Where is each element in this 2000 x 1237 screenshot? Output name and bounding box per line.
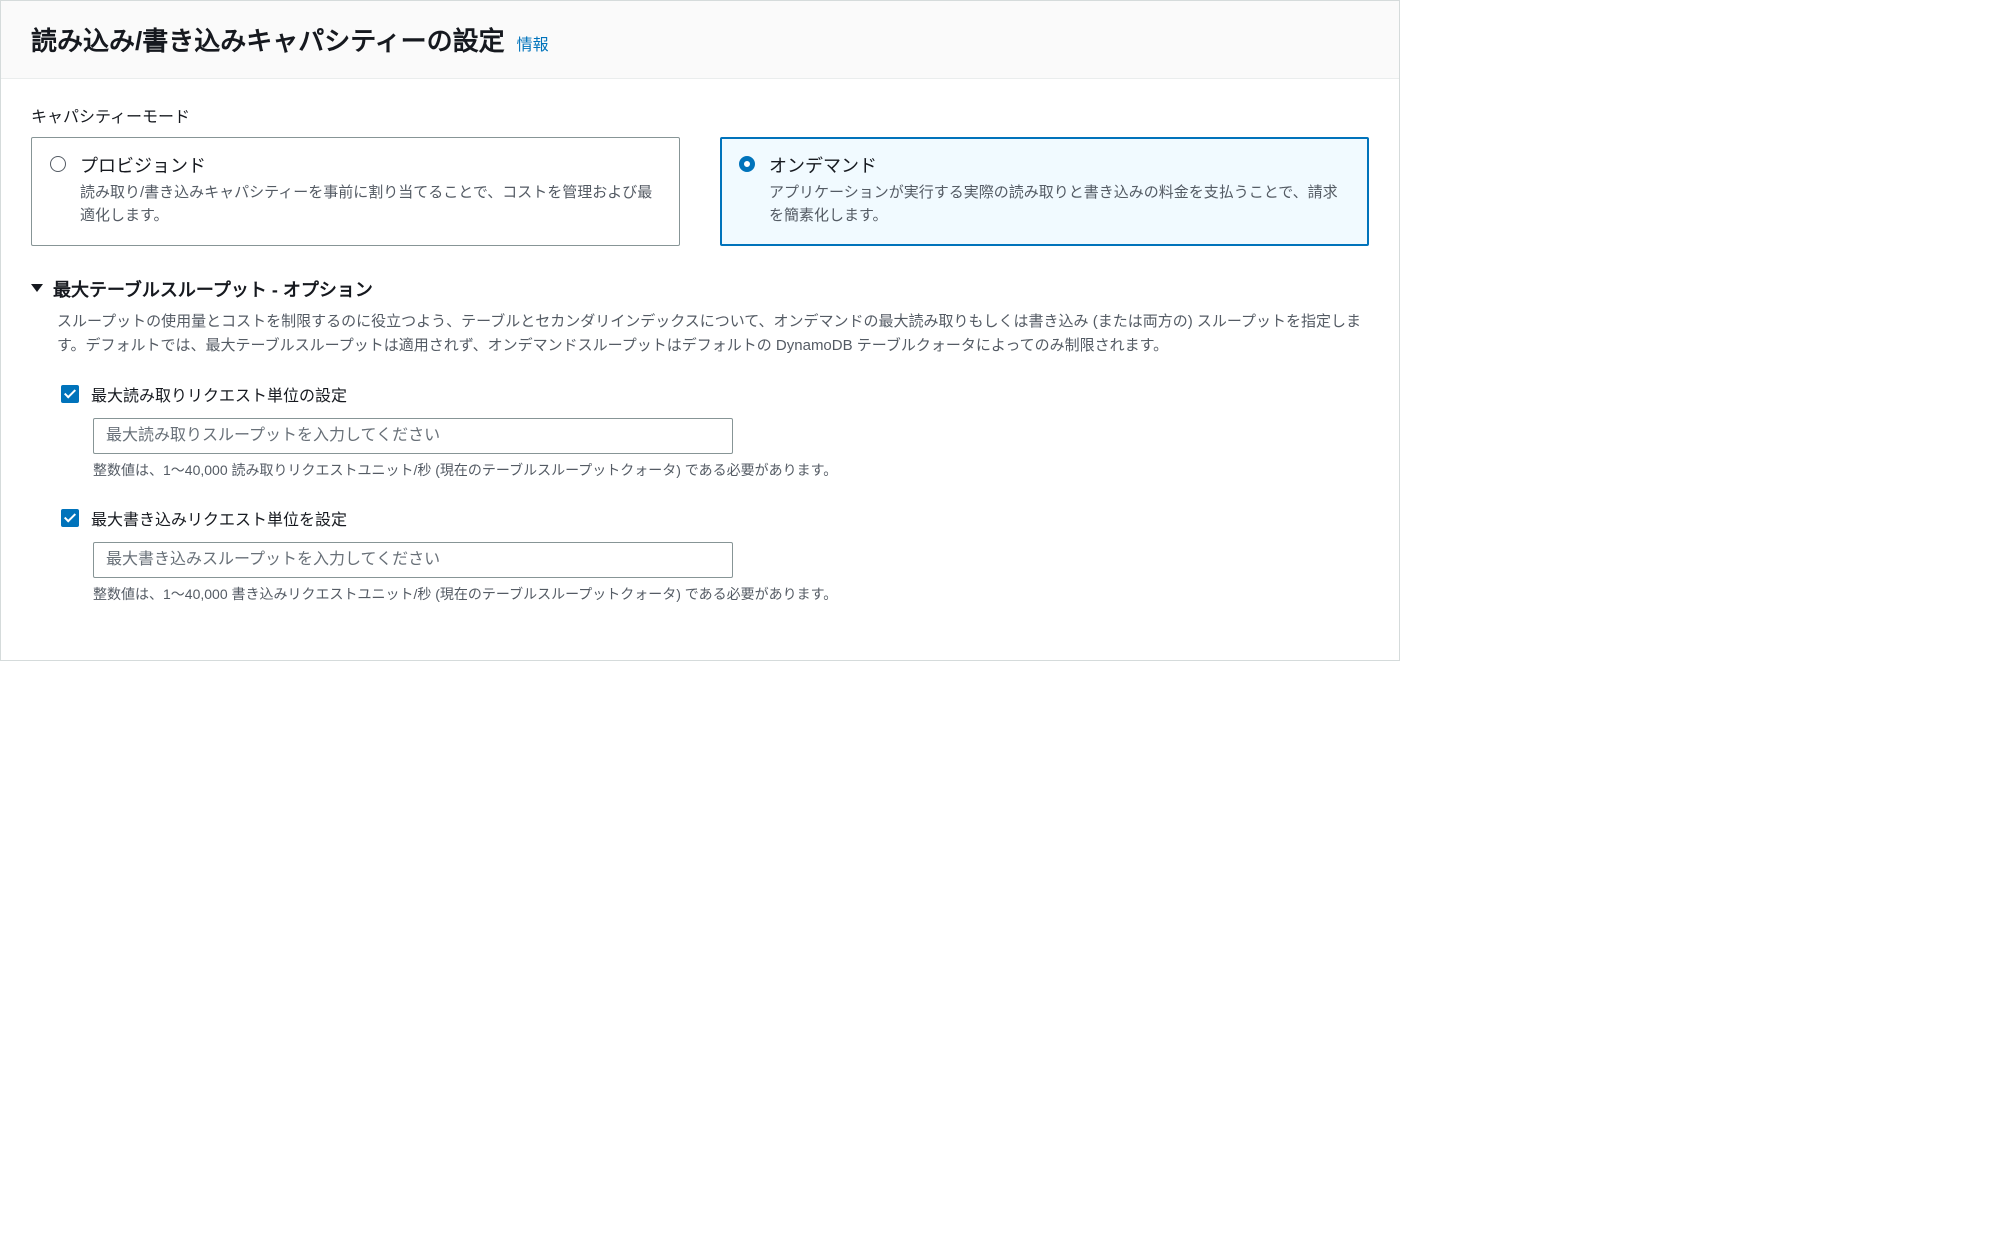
tile-description: アプリケーションが実行する実際の読み取りと書き込みの料金を支払うことで、請求を簡… — [769, 182, 1350, 227]
caret-down-icon — [31, 284, 43, 292]
throughput-title: 最大テーブルスループット - オプション — [53, 276, 373, 302]
panel-header: 読み込み/書き込みキャパシティーの設定 情報 — [1, 1, 1399, 79]
tile-on-demand[interactable]: オンデマンド アプリケーションが実行する実際の読み取りと書き込みの料金を支払うこ… — [720, 137, 1369, 246]
checkbox-checked-icon[interactable] — [61, 385, 79, 403]
radio-icon — [739, 156, 755, 172]
max-write-checkbox-label: 最大書き込みリクエスト単位を設定 — [91, 506, 347, 530]
tile-provisioned[interactable]: プロビジョンド 読み取り/書き込みキャパシティーを事前に割り当てることで、コスト… — [31, 137, 680, 246]
checkbox-checked-icon[interactable] — [61, 509, 79, 527]
max-read-input[interactable] — [93, 418, 733, 454]
tile-description: 読み取り/書き込みキャパシティーを事前に割り当てることで、コストを管理および最適… — [80, 182, 661, 227]
tile-title: オンデマンド — [769, 152, 1350, 178]
radio-icon — [50, 156, 66, 172]
max-write-helper: 整数値は、1～40,000 書き込みリクエストユニット/秒 (現在のテーブルスル… — [93, 584, 1369, 604]
max-read-checkbox-label: 最大読み取りリクエスト単位の設定 — [91, 382, 347, 406]
panel-title: 読み込み/書き込みキャパシティーの設定 — [31, 26, 505, 56]
max-write-input[interactable] — [93, 542, 733, 578]
capacity-settings-panel: 読み込み/書き込みキャパシティーの設定 情報 キャパシティーモード プロビジョン… — [0, 0, 1400, 661]
capacity-mode-label: キャパシティーモード — [31, 103, 1369, 127]
panel-body: キャパシティーモード プロビジョンド 読み取り/書き込みキャパシティーを事前に割… — [1, 79, 1399, 660]
capacity-mode-tiles: プロビジョンド 読み取り/書き込みキャパシティーを事前に割り当てることで、コスト… — [31, 137, 1369, 246]
max-read-helper: 整数値は、1～40,000 読み取りリクエストユニット/秒 (現在のテーブルスル… — [93, 460, 1369, 480]
tile-title: プロビジョンド — [80, 152, 661, 178]
throughput-description: スループットの使用量とコストを制限するのに役立つよう、テーブルとセカンダリインデ… — [57, 310, 1369, 358]
info-link[interactable]: 情報 — [517, 37, 549, 54]
max-read-checkbox-row[interactable]: 最大読み取りリクエスト単位の設定 — [61, 382, 1369, 406]
throughput-section-header[interactable]: 最大テーブルスループット - オプション — [31, 276, 1369, 302]
max-write-checkbox-row[interactable]: 最大書き込みリクエスト単位を設定 — [61, 506, 1369, 530]
